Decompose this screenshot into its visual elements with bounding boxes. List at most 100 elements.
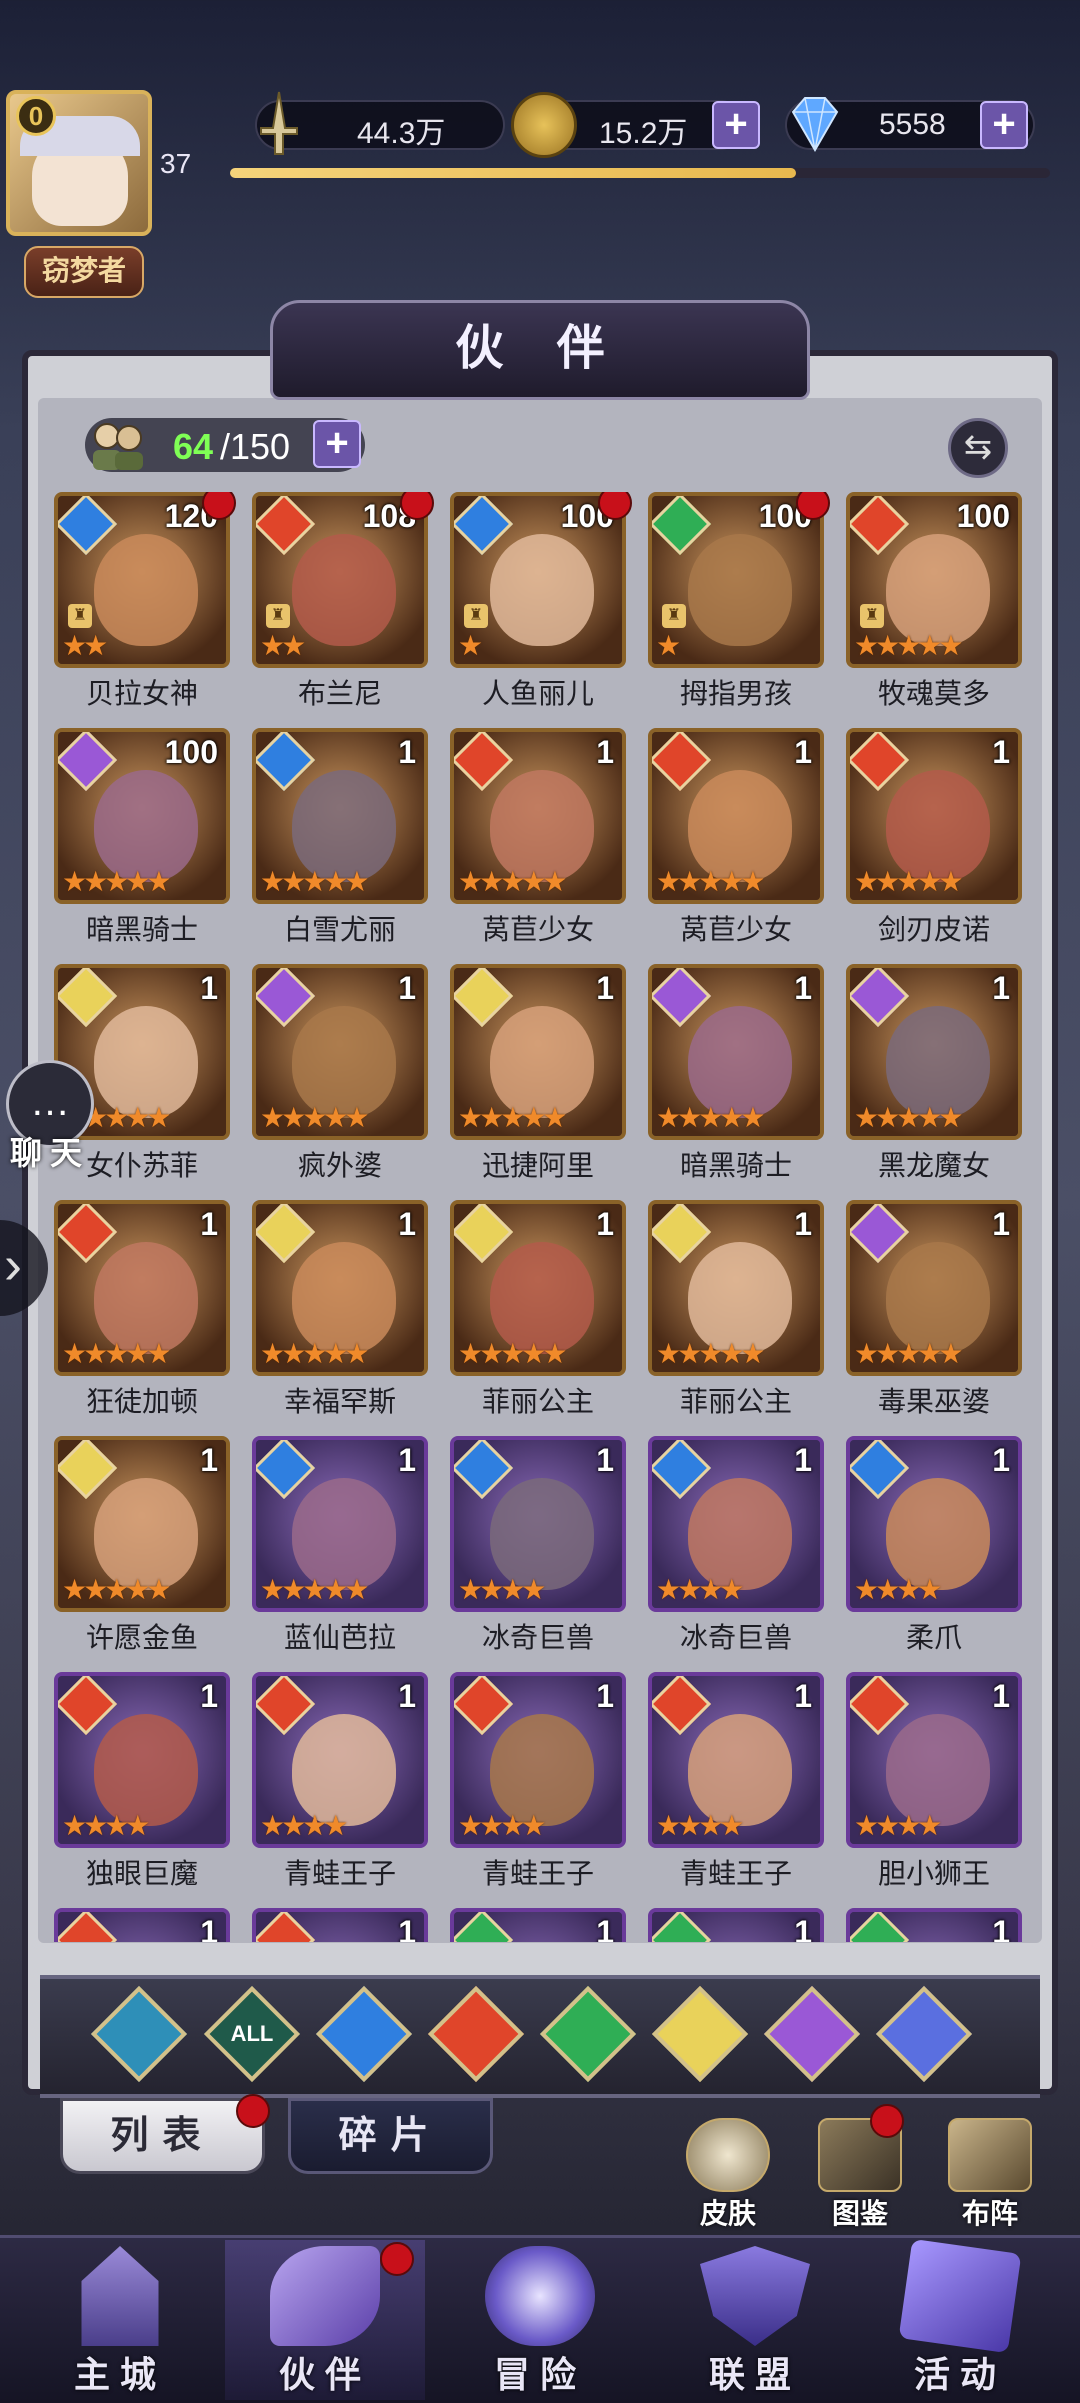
chess-piece-icon: ♜ — [68, 604, 92, 628]
hero-card[interactable]: 1 ★★★★★ — [648, 728, 824, 904]
add-gold-button[interactable]: + — [712, 101, 760, 149]
hero-card[interactable]: 100 ★★★★★ — [54, 728, 230, 904]
hero-name: 暗黑骑士 — [679, 1150, 792, 1181]
gold-value: 15.2万 — [599, 117, 688, 150]
hero-name: 贝拉女神 — [85, 678, 198, 709]
hero-card[interactable]: 1 ★★★★ — [846, 1672, 1022, 1848]
hero-card[interactable]: 1 ★★★★★ — [252, 1436, 428, 1612]
formation-button[interactable]: 布阵 — [935, 2118, 1045, 2229]
chess-piece-icon: ♜ — [662, 604, 686, 628]
hero-card[interactable]: 1 — [846, 1908, 1022, 1942]
hero-card[interactable]: 1 — [252, 1908, 428, 1942]
nav-home-label: 主城 — [73, 2354, 166, 2395]
cards-icon — [898, 2238, 1022, 2354]
hero-name: 许愿金鱼 — [85, 1622, 198, 1653]
gem-value: 5558 — [879, 108, 946, 141]
hero-stars: ★★★★ — [656, 1810, 744, 1841]
hero-stars: ★★★★★ — [854, 1102, 963, 1133]
expand-capacity-button[interactable]: + — [313, 420, 361, 468]
hero-card[interactable]: 1 ★★★★★ — [252, 728, 428, 904]
hero-level: 1 — [992, 970, 1010, 1006]
hero-level: 1 — [398, 970, 416, 1006]
hero-card[interactable]: 1 ★★★★★ — [252, 964, 428, 1140]
hero-level: 1 — [794, 970, 812, 1006]
hero-level: 1 — [596, 1206, 614, 1242]
hero-stars: ★★★★ — [458, 1574, 546, 1605]
hero-stars: ★★★★ — [458, 1810, 546, 1841]
hero-level: 100 — [956, 498, 1010, 534]
hero-level: 1 — [992, 1442, 1010, 1478]
power-value: 44.3万 — [357, 117, 446, 150]
hero-card[interactable]: 1 — [450, 1908, 626, 1942]
hero-name: 青蛙王子 — [283, 1858, 396, 1889]
hero-card[interactable]: 1 ★★★★ — [846, 1436, 1022, 1612]
skin-icon — [686, 2118, 770, 2192]
player-title-badge: 窃梦者 — [24, 246, 144, 298]
hero-stars: ★★★★★ — [656, 1338, 765, 1369]
hero-stars: ★ — [656, 630, 681, 661]
tab-list-notification-dot — [236, 2094, 270, 2133]
hero-card[interactable]: 1 ★★★★ — [450, 1672, 626, 1848]
hero-card[interactable]: 1 — [648, 1908, 824, 1942]
hero-card[interactable]: 1 ★★★★★ — [450, 728, 626, 904]
hero-name: 柔爪 — [905, 1622, 962, 1653]
skin-button[interactable]: 皮肤 — [673, 2118, 783, 2229]
hero-card[interactable]: 1 ★★★★ — [54, 1672, 230, 1848]
hero-level: 1 — [992, 1914, 1010, 1942]
hero-name: 莴苣少女 — [679, 914, 792, 945]
hero-notification-dot — [796, 492, 830, 525]
hero-name: 暗黑骑士 — [85, 914, 198, 945]
nav-events[interactable]: 活动 — [860, 2238, 1060, 2400]
hero-level: 1 — [398, 1206, 416, 1242]
nav-events-label: 活动 — [913, 2354, 1006, 2395]
hero-level: 1 — [398, 734, 416, 770]
hero-card[interactable]: 1 ★★★★★ — [846, 728, 1022, 904]
hero-level: 1 — [992, 1678, 1010, 1714]
hero-name: 胆小狮王 — [877, 1858, 990, 1889]
nav-alliance[interactable]: 联盟 — [655, 2240, 855, 2400]
hero-card[interactable]: 1 ★★★★ — [648, 1436, 824, 1612]
gold-display: 15.2万 — [511, 92, 745, 158]
hero-card[interactable]: 1 ★★★★ — [252, 1672, 428, 1848]
hero-stars: ★★★★ — [854, 1810, 942, 1841]
hero-level: 1 — [596, 970, 614, 1006]
hero-card[interactable]: 1 — [54, 1908, 230, 1942]
hero-name: 菲丽公主 — [679, 1386, 792, 1417]
player-avatar[interactable]: 0 — [6, 90, 152, 236]
hero-level: 1 — [794, 1914, 812, 1942]
hero-face — [94, 534, 198, 646]
hero-card[interactable]: 1 ★★★★★ — [450, 1200, 626, 1376]
hero-card[interactable]: 1 ★★★★★ — [648, 1200, 824, 1376]
hero-notification-dot — [598, 492, 632, 525]
hero-card[interactable]: 1 ★★★★★ — [450, 964, 626, 1140]
hero-level: 1 — [992, 734, 1010, 770]
hero-stars: ★★★★ — [62, 1810, 150, 1841]
hero-card[interactable]: 1 ★★★★★ — [846, 964, 1022, 1140]
tab-fragments[interactable]: 碎片 — [288, 2098, 493, 2174]
hero-name: 莴苣少女 — [481, 914, 594, 945]
hero-card[interactable]: 100 ♜ ★★★★★ — [846, 492, 1022, 668]
xp-bar — [230, 168, 1050, 178]
hero-stars: ★★★★ — [260, 1810, 348, 1841]
nav-home[interactable]: 主城 — [20, 2240, 220, 2400]
hero-card[interactable]: 1 ★★★★★ — [252, 1200, 428, 1376]
partners-icon — [83, 416, 153, 474]
tab-list[interactable]: 列表 — [60, 2098, 265, 2174]
hero-card[interactable]: 1 ★★★★★ — [54, 1200, 230, 1376]
hero-card[interactable]: 1 ★★★★ — [450, 1436, 626, 1612]
hero-name: 冰奇巨兽 — [481, 1622, 594, 1653]
hero-name: 青蛙王子 — [481, 1858, 594, 1889]
add-gem-button[interactable]: + — [980, 101, 1028, 149]
hero-stars: ★★★★★ — [656, 866, 765, 897]
hero-card[interactable]: 1 ★★★★★ — [846, 1200, 1022, 1376]
hero-stars: ★★★★★ — [62, 866, 171, 897]
nav-adventure[interactable]: 冒险 — [440, 2240, 640, 2400]
sword-icon — [249, 88, 309, 158]
hero-card[interactable]: 1 ★★★★★ — [54, 1436, 230, 1612]
hero-card[interactable]: 1 ★★★★★ — [648, 964, 824, 1140]
sort-toggle-button[interactable]: ⇆ — [948, 418, 1008, 478]
skin-label: 皮肤 — [699, 2198, 756, 2229]
hero-card[interactable]: 1 ★★★★ — [648, 1672, 824, 1848]
power-display: 44.3万 — [255, 91, 505, 155]
hero-notification-dot — [202, 492, 236, 525]
